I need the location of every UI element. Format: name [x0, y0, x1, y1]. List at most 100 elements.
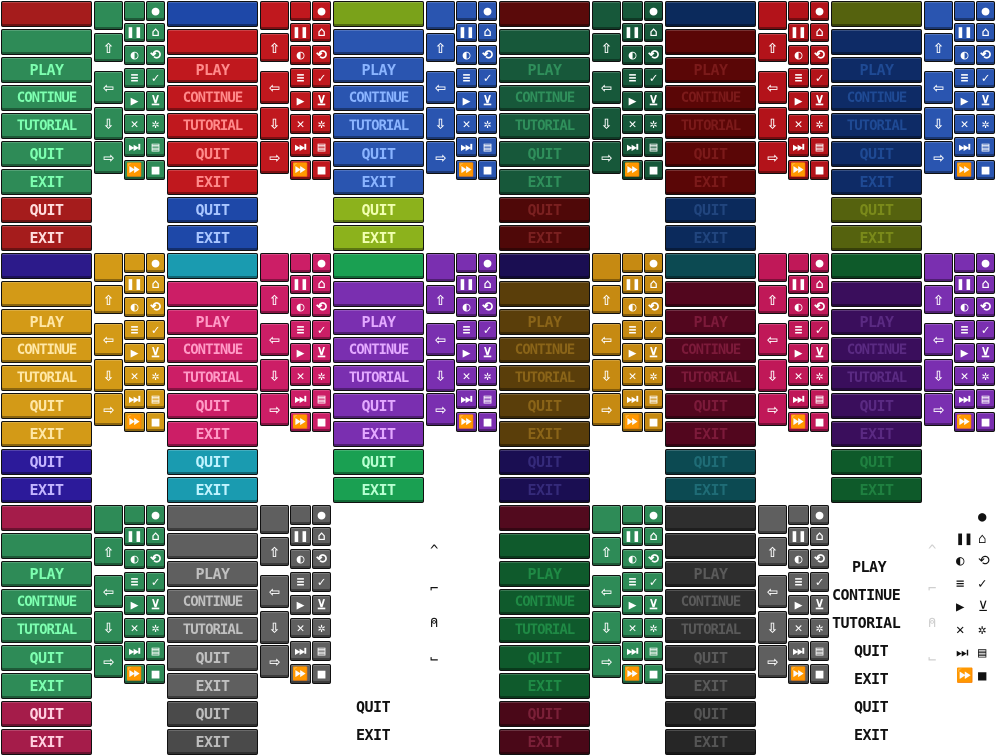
check-button[interactable]: ✓ — [478, 320, 497, 340]
right-button[interactable]: ⇨ — [592, 393, 621, 426]
down-button[interactable]: ⇩ — [924, 359, 953, 392]
left-button[interactable]: ⇦ — [592, 323, 621, 356]
button-quit-alt[interactable]: QUIT — [1, 197, 92, 223]
save-button[interactable]: ▤ — [644, 641, 663, 661]
button-quit[interactable]: QUIT — [665, 141, 756, 167]
close-button[interactable]: ✕ — [124, 618, 145, 638]
cart-button[interactable]: ⊻ — [644, 91, 663, 111]
button-quit[interactable]: QUIT — [499, 393, 590, 419]
button-quit-alt[interactable]: QUIT — [167, 701, 258, 727]
close-button[interactable]: ✕ — [954, 366, 975, 386]
back-button[interactable]: ⟲ — [644, 297, 663, 317]
right-button[interactable]: ⇨ — [924, 393, 953, 426]
button-tutorial[interactable]: TUTORIAL — [499, 617, 590, 643]
button-quit-alt[interactable]: QUIT — [665, 701, 756, 727]
button-continue[interactable]: CONTINUE — [499, 337, 590, 363]
home-button[interactable]: ⌂ — [312, 527, 331, 546]
cart-button[interactable]: ⊻ — [976, 343, 995, 363]
dot-button[interactable]: ● — [478, 253, 497, 273]
button-exit[interactable]: EXIT — [1, 169, 92, 195]
button-tutorial[interactable]: TUTORIAL — [167, 113, 258, 139]
sound-button[interactable]: ◐ — [788, 297, 809, 317]
button-continue[interactable]: CONTINUE — [665, 85, 756, 111]
button-continue[interactable]: CONTINUE — [665, 589, 756, 615]
close-button[interactable]: ✕ — [788, 618, 809, 638]
button-continue[interactable]: CONTINUE — [831, 85, 922, 111]
left-button[interactable]: ⇦ — [260, 323, 289, 356]
button-quit-alt[interactable]: QUIT — [167, 197, 258, 223]
button-exit-alt[interactable]: EXIT — [665, 477, 756, 503]
ffwd-button[interactable]: ⏩ — [622, 160, 643, 180]
check-button[interactable]: ✓ — [976, 320, 995, 340]
check-button[interactable]: ✓ — [312, 320, 331, 340]
up-button[interactable]: ⇧ — [260, 537, 289, 566]
save-button[interactable]: ▤ — [146, 389, 165, 409]
button-quit-alt[interactable]: QUIT — [831, 197, 922, 223]
button-exit-alt[interactable]: EXIT — [1, 729, 92, 755]
blank-square[interactable] — [260, 253, 289, 282]
blank-square[interactable] — [94, 253, 123, 282]
pause-button[interactable]: ❚❚ — [124, 527, 145, 546]
save-button[interactable]: ▤ — [644, 137, 663, 157]
button-play[interactable]: PLAY — [167, 57, 258, 83]
playtri-button[interactable]: ▶ — [290, 595, 311, 615]
down-button[interactable]: ⇩ — [758, 359, 787, 392]
playtri-button[interactable]: ▶ — [788, 595, 809, 615]
close-button[interactable]: ✕ — [622, 366, 643, 386]
button-exit-alt[interactable]: EXIT — [1, 477, 92, 503]
menu-button[interactable]: ≡ — [954, 68, 975, 88]
skip-button[interactable]: ⏭ — [622, 137, 643, 157]
save-button[interactable]: ▤ — [312, 641, 331, 661]
button-continue[interactable]: CONTINUE — [1, 589, 92, 615]
back-button[interactable]: ⟲ — [146, 297, 165, 317]
button-quit-alt[interactable]: QUIT — [499, 449, 590, 475]
save-button[interactable]: ▤ — [810, 641, 829, 661]
check-button[interactable]: ✓ — [146, 68, 165, 88]
up-button[interactable]: ⇧ — [592, 537, 621, 566]
home-button[interactable]: ⌂ — [478, 23, 497, 42]
dot-button[interactable]: ● — [976, 253, 995, 273]
pause-button[interactable]: ❚❚ — [622, 275, 643, 294]
button-quit[interactable]: QUIT — [333, 393, 424, 419]
playtri-button[interactable]: ▶ — [290, 343, 311, 363]
check-button[interactable]: ✓ — [478, 68, 497, 88]
button-quit-alt[interactable]: QUIT — [831, 449, 922, 475]
right-button[interactable]: ⇨ — [758, 645, 787, 678]
dot-button[interactable]: ● — [976, 1, 995, 21]
button-quit-alt[interactable]: QUIT — [333, 449, 424, 475]
button-exit[interactable]: EXIT — [499, 169, 590, 195]
button-tutorial[interactable]: TUTORIAL — [333, 113, 424, 139]
blank-square[interactable] — [592, 253, 621, 282]
left-button[interactable]: ⇦ — [426, 323, 455, 356]
skip-button[interactable]: ⏭ — [124, 137, 145, 157]
right-button[interactable]: ⇨ — [260, 645, 289, 678]
button-play[interactable]: PLAY — [1, 57, 92, 83]
ffwd-button[interactable]: ⏩ — [788, 160, 809, 180]
blank-square[interactable] — [426, 1, 455, 30]
gear-button[interactable]: ✲ — [312, 618, 331, 638]
check-button[interactable]: ✓ — [810, 572, 829, 592]
button-exit[interactable]: EXIT — [831, 169, 922, 195]
button-exit[interactable]: EXIT — [333, 421, 424, 447]
sound-button[interactable]: ◐ — [622, 297, 643, 317]
blank-square[interactable] — [788, 253, 809, 273]
button-tutorial[interactable]: TUTORIAL — [665, 617, 756, 643]
button-tutorial[interactable]: TUTORIAL — [167, 365, 258, 391]
button-play[interactable]: PLAY — [1, 561, 92, 587]
button-tutorial[interactable]: TUTORIAL — [1, 113, 92, 139]
sound-button[interactable]: ◐ — [788, 549, 809, 569]
button-quit[interactable]: QUIT — [167, 393, 258, 419]
button-play[interactable]: PLAY — [333, 309, 424, 335]
right-button[interactable]: ⇨ — [260, 393, 289, 426]
gear-button[interactable]: ✲ — [810, 618, 829, 638]
home-button[interactable]: ⌂ — [644, 527, 663, 546]
button-play[interactable]: PLAY — [499, 57, 590, 83]
down-button[interactable]: ⇩ — [592, 107, 621, 140]
pause-button[interactable]: ❚❚ — [290, 527, 311, 546]
stop-button[interactable]: ■ — [312, 160, 331, 180]
cart-button[interactable]: ⊻ — [146, 91, 165, 111]
skip-button[interactable]: ⏭ — [788, 641, 809, 661]
button-continue[interactable]: CONTINUE — [167, 337, 258, 363]
ffwd-button[interactable]: ⏩ — [788, 664, 809, 684]
down-button[interactable]: ⇩ — [426, 107, 455, 140]
